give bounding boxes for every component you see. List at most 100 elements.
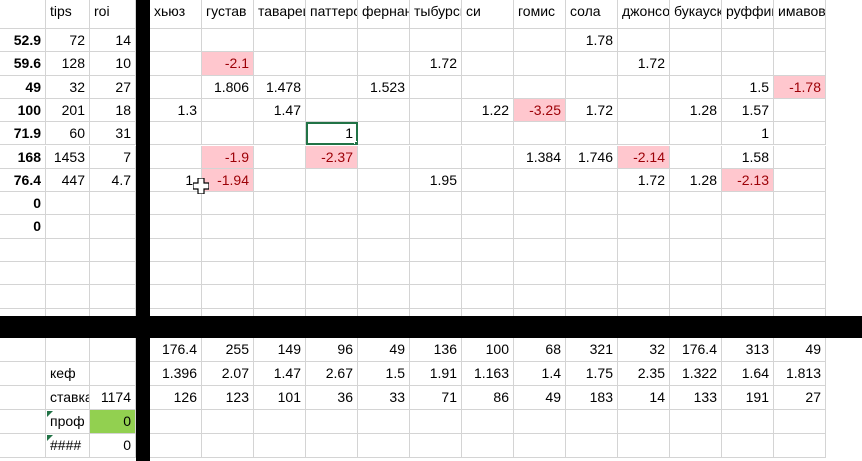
player-header-cell[interactable]: хьюз bbox=[150, 0, 202, 29]
left-data-cell[interactable]: 168 bbox=[0, 145, 46, 169]
odds-cell[interactable] bbox=[670, 192, 722, 216]
odds-cell[interactable]: 1.5 bbox=[722, 75, 774, 99]
summary-cell[interactable] bbox=[254, 434, 306, 458]
odds-cell[interactable]: -2.14 bbox=[618, 145, 670, 169]
left-data-cell[interactable]: 18 bbox=[90, 98, 136, 123]
odds-cell[interactable] bbox=[202, 238, 254, 262]
left-data-cell[interactable]: 59.6 bbox=[0, 52, 46, 76]
odds-cell[interactable] bbox=[358, 52, 410, 76]
odds-cell[interactable] bbox=[202, 285, 254, 309]
odds-cell[interactable]: 1 bbox=[722, 122, 774, 146]
summary-cell[interactable]: 133 bbox=[670, 386, 722, 410]
odds-cell[interactable]: 1.72 bbox=[618, 52, 670, 76]
odds-cell[interactable] bbox=[306, 29, 358, 53]
player-header-cell[interactable]: джонсон bbox=[618, 0, 670, 29]
odds-cell[interactable]: -3.25 bbox=[514, 98, 566, 123]
odds-cell[interactable]: 1.72 bbox=[566, 98, 618, 123]
summary-cell[interactable]: 183 bbox=[566, 386, 618, 410]
odds-cell[interactable] bbox=[358, 29, 410, 53]
odds-cell[interactable] bbox=[462, 285, 514, 309]
odds-cell[interactable]: -1.94 bbox=[202, 168, 254, 193]
odds-cell[interactable] bbox=[462, 168, 514, 193]
odds-cell[interactable] bbox=[566, 122, 618, 146]
odds-cell[interactable] bbox=[150, 29, 202, 53]
left-data-cell[interactable] bbox=[46, 285, 90, 309]
odds-cell[interactable] bbox=[462, 52, 514, 76]
odds-cell[interactable] bbox=[774, 29, 826, 53]
summary-cell[interactable] bbox=[462, 410, 514, 434]
odds-cell[interactable] bbox=[254, 192, 306, 216]
summary-cell[interactable]: 123 bbox=[202, 386, 254, 410]
left-data-cell[interactable]: 1453 bbox=[46, 145, 90, 169]
left-data-cell[interactable]: 60 bbox=[46, 122, 90, 146]
odds-cell[interactable]: 1.28 bbox=[670, 98, 722, 123]
summary-cell[interactable]: 1.75 bbox=[566, 362, 618, 386]
odds-cell[interactable] bbox=[254, 29, 306, 53]
odds-cell[interactable]: -1.78 bbox=[774, 75, 826, 99]
odds-cell[interactable] bbox=[410, 192, 462, 216]
left-data-cell[interactable]: 31 bbox=[90, 122, 136, 146]
odds-cell[interactable] bbox=[410, 262, 462, 286]
odds-cell[interactable] bbox=[462, 192, 514, 216]
odds-cell[interactable] bbox=[514, 192, 566, 216]
left-data-cell[interactable] bbox=[46, 192, 90, 216]
summary-value-cell[interactable]: 0 bbox=[90, 410, 136, 434]
odds-cell[interactable] bbox=[202, 29, 254, 53]
odds-cell[interactable] bbox=[306, 215, 358, 239]
odds-cell[interactable]: -1.9 bbox=[202, 145, 254, 169]
player-header-cell[interactable]: си bbox=[462, 0, 514, 29]
odds-cell[interactable] bbox=[202, 262, 254, 286]
summary-cell[interactable] bbox=[150, 434, 202, 458]
summary-blank-cell[interactable] bbox=[0, 434, 46, 458]
odds-cell[interactable]: 1.746 bbox=[566, 145, 618, 169]
odds-cell[interactable] bbox=[306, 98, 358, 123]
odds-cell[interactable] bbox=[306, 168, 358, 193]
odds-cell[interactable] bbox=[306, 192, 358, 216]
odds-cell[interactable]: 1.95 bbox=[410, 168, 462, 193]
left-data-cell[interactable]: 100 bbox=[0, 98, 46, 123]
summary-cell[interactable]: 33 bbox=[358, 386, 410, 410]
odds-cell[interactable] bbox=[670, 29, 722, 53]
odds-cell[interactable]: 1.78 bbox=[566, 29, 618, 53]
odds-cell[interactable] bbox=[150, 285, 202, 309]
odds-cell[interactable] bbox=[306, 238, 358, 262]
summary-cell[interactable] bbox=[514, 434, 566, 458]
summary-blank-cell[interactable] bbox=[0, 410, 46, 434]
odds-cell[interactable]: 1.58 bbox=[722, 145, 774, 169]
odds-cell[interactable] bbox=[462, 75, 514, 99]
summary-cell[interactable] bbox=[514, 410, 566, 434]
odds-cell[interactable]: 1.72 bbox=[410, 52, 462, 76]
left-data-cell[interactable]: 201 bbox=[46, 98, 90, 123]
odds-cell[interactable] bbox=[150, 262, 202, 286]
summary-cell[interactable] bbox=[254, 410, 306, 434]
odds-cell[interactable] bbox=[150, 192, 202, 216]
summary-blank-cell[interactable] bbox=[0, 362, 46, 386]
odds-cell[interactable] bbox=[410, 98, 462, 123]
odds-cell[interactable] bbox=[462, 145, 514, 169]
left-data-cell[interactable]: 0 bbox=[0, 215, 46, 239]
summary-cell[interactable]: 49 bbox=[774, 338, 826, 362]
odds-cell[interactable] bbox=[722, 262, 774, 286]
summary-cell[interactable]: 36 bbox=[306, 386, 358, 410]
summary-cell[interactable]: 1.4 bbox=[514, 362, 566, 386]
odds-cell[interactable] bbox=[358, 122, 410, 146]
odds-cell[interactable] bbox=[722, 192, 774, 216]
odds-cell[interactable] bbox=[150, 215, 202, 239]
odds-cell[interactable] bbox=[566, 285, 618, 309]
odds-cell[interactable] bbox=[722, 238, 774, 262]
left-data-cell[interactable] bbox=[0, 285, 46, 309]
odds-cell[interactable] bbox=[358, 262, 410, 286]
odds-cell[interactable] bbox=[722, 215, 774, 239]
left-data-cell[interactable]: 32 bbox=[46, 75, 90, 99]
left-data-cell[interactable] bbox=[90, 192, 136, 216]
summary-blank-cell[interactable] bbox=[0, 338, 46, 362]
summary-value-cell[interactable]: 1174 bbox=[90, 386, 136, 410]
player-header-cell[interactable]: тыбурский bbox=[410, 0, 462, 29]
odds-cell[interactable] bbox=[566, 262, 618, 286]
summary-cell[interactable] bbox=[722, 410, 774, 434]
summary-value-cell[interactable]: 0 bbox=[90, 434, 136, 458]
odds-cell[interactable] bbox=[670, 75, 722, 99]
odds-cell[interactable] bbox=[774, 145, 826, 169]
left-data-cell[interactable]: 128 bbox=[46, 52, 90, 76]
odds-cell[interactable] bbox=[254, 168, 306, 193]
